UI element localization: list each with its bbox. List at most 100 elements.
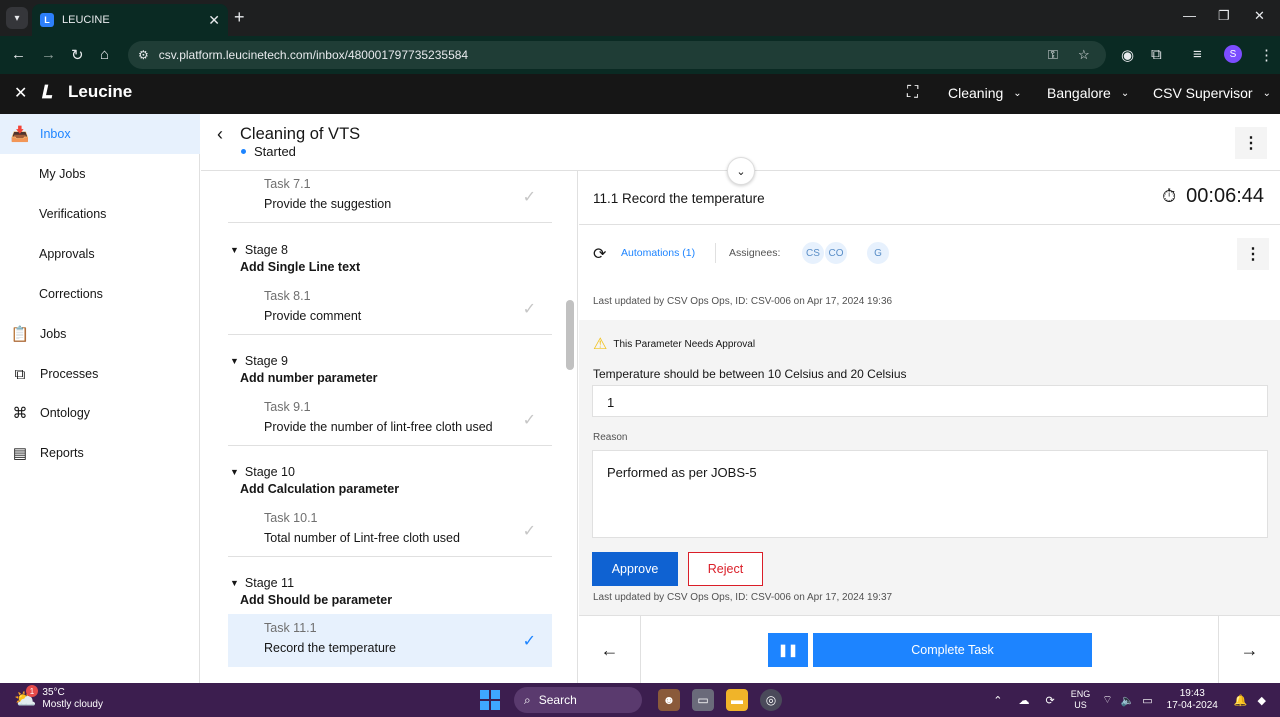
assignee-avatar[interactable]: G [866,241,890,265]
automations-link[interactable]: Automations (1) [621,247,695,259]
assignee-avatar[interactable]: CO [824,241,848,265]
task-number: Task 9.1 [264,400,311,414]
chevron-down-icon: ⌄ [1120,87,1130,99]
stage-name: Add Should be parameter [240,593,393,607]
sidebar-item-reports[interactable]: ▤ Reports [0,433,200,473]
parameter-input[interactable]: 1 [592,385,1268,417]
sidebar-item-label: Corrections [39,287,103,301]
next-task-arrow-icon[interactable]: → [1218,616,1280,684]
scan-icon[interactable]: ⛶ [907,84,918,102]
extensions-icon[interactable]: ⧉ [1151,46,1162,63]
camera-icon[interactable]: ◉ [1121,46,1134,64]
widgets-icon[interactable]: ☻ [658,689,680,711]
pause-button[interactable]: ❚❚ [768,633,808,667]
job-menu-button[interactable]: ⋮ [1235,127,1267,159]
stage-header[interactable]: ▼ Stage 9 Add number parameter [230,354,378,385]
battery-icon[interactable]: ▭ [1142,694,1152,707]
search-label: Search [538,693,577,707]
refresh-icon[interactable]: ⟳ [593,244,606,264]
notification-bell-icon[interactable]: 🔔 [1234,694,1248,707]
copilot-icon[interactable]: ◆ [1258,694,1266,707]
task-row-selected[interactable]: Task 11.1 Record the temperature ✓ [228,614,552,667]
profile-avatar[interactable]: S [1224,45,1242,63]
parameter-section: ⚠ This Parameter Needs Approval Temperatu… [579,320,1280,615]
home-icon[interactable]: ⌂ [100,46,109,63]
password-key-icon[interactable]: ⚿ [1048,41,1058,69]
new-tab-icon[interactable]: + [234,7,245,28]
volume-icon[interactable]: 🔈 [1121,694,1135,707]
sidebar-item-inbox[interactable]: 📥 Inbox [0,114,200,154]
chevron-down-icon: ⌄ [1262,87,1271,99]
site-info-icon[interactable]: ⚙ [138,48,149,62]
cloud-icon[interactable]: ☁ [1018,694,1029,707]
windows-start-icon[interactable] [480,690,500,710]
task-title: 11.1 Record the temperature [593,191,765,206]
leucine-logo-icon: 𝑳 [42,82,54,102]
scrollbar[interactable] [566,300,574,370]
taskbar-search[interactable]: ⌕ Search [514,687,642,713]
minimize-icon[interactable]: — [1183,8,1196,23]
task-row[interactable]: Task 10.1 Total number of Lint-free clot… [228,504,552,557]
close-tab-icon[interactable]: ✕ [208,12,220,29]
bookmark-star-icon[interactable]: ☆ [1078,41,1090,69]
address-bar[interactable]: ⚙ csv.platform.leucinetech.com/inbox/480… [128,41,1106,69]
browser-tab[interactable]: L LEUCINE ✕ [32,4,228,36]
task-view-icon[interactable]: ▭ [692,689,714,711]
chrome-icon[interactable]: ◎ [760,689,782,711]
chevron-up-icon[interactable]: ⌃ [993,694,1002,707]
reject-button[interactable]: Reject [688,552,763,586]
role-dropdown[interactable]: CSV Supervisor ⌄ [1153,85,1271,101]
browser-menu-icon[interactable]: ⋮ [1259,46,1274,64]
tab-search-icon[interactable]: ▾ [6,7,28,29]
sidebar-item-my-jobs[interactable]: My Jobs [0,154,200,194]
stage-header[interactable]: ▼ Stage 8 Add Single Line text [230,243,360,274]
sidebar-item-corrections[interactable]: Corrections [0,274,200,314]
parameter-label: Temperature should be between 10 Celsius… [593,367,907,381]
clipboard-icon: 📋 [10,326,30,343]
weather-badge: 1 [26,685,38,697]
back-icon[interactable]: ← [11,46,26,63]
stage-header[interactable]: ▼ Stage 11 Add Should be parameter [230,576,392,607]
previous-task-arrow-icon[interactable]: ← [579,616,641,684]
sidebar-item-label: Reports [40,446,84,460]
task-row[interactable]: Task 8.1 Provide comment ✓ [228,282,552,335]
sidebar-item-processes[interactable]: ⧉ Processes [0,354,200,394]
close-icon[interactable]: ✕ [14,83,27,103]
reload-icon[interactable]: ↻ [71,46,84,64]
brand-name: Leucine [68,82,133,101]
sidebar-item-verifications[interactable]: Verifications [0,194,200,234]
reason-textarea[interactable]: Performed as per JOBS-5 [592,450,1268,538]
clock[interactable]: 19:43 17-04-2024 [1167,688,1218,712]
media-icon[interactable]: ≡ [1193,46,1202,63]
close-window-icon[interactable]: ✕ [1254,8,1265,24]
task-menu-button[interactable]: ⋮ [1237,238,1269,270]
task-number: Task 7.1 [264,177,311,191]
browser-toolbar: ← → ↻ ⌂ ⚙ csv.platform.leucinetech.com/i… [0,36,1280,74]
task-row[interactable]: Task 9.1 Provide the number of lint-free… [228,393,552,446]
forward-icon[interactable]: → [41,46,56,63]
complete-task-button[interactable]: Complete Task [813,633,1092,667]
wifi-icon[interactable]: ⌔ [1102,693,1112,707]
collapse-chevron-icon[interactable]: ⌄ [727,157,755,185]
check-icon: ✓ [522,189,536,206]
sidebar-item-label: Verifications [39,207,107,221]
facility-dropdown[interactable]: Cleaning ⌄ [948,85,1022,101]
sidebar-item-approvals[interactable]: Approvals [0,234,200,274]
caret-down-icon: ▼ [230,356,239,366]
reason-label: Reason [593,432,628,443]
file-explorer-icon[interactable]: ▬ [726,689,748,711]
stage-header[interactable]: ▼ Stage 10 Add Calculation parameter [230,465,399,496]
assignee-avatar[interactable]: CS [801,241,825,265]
maximize-icon[interactable]: ❐ [1218,8,1230,24]
task-row[interactable]: Task 7.1 Provide the suggestion ✓ [228,170,552,223]
location-dropdown[interactable]: Bangalore ⌄ [1047,85,1129,101]
language-indicator[interactable]: ENG US [1071,689,1091,711]
sidebar-item-ontology[interactable]: ⌘ Ontology [0,393,200,433]
sidebar-item-label: Jobs [40,327,67,341]
approve-button[interactable]: Approve [592,552,678,586]
stage-number: Stage 8 [244,243,289,257]
sync-icon[interactable]: ⟳ [1045,694,1054,707]
sidebar-item-label: Approvals [39,247,95,261]
back-chevron-icon[interactable]: ‹ [217,124,223,145]
sidebar-item-jobs[interactable]: 📋 Jobs [0,314,200,354]
